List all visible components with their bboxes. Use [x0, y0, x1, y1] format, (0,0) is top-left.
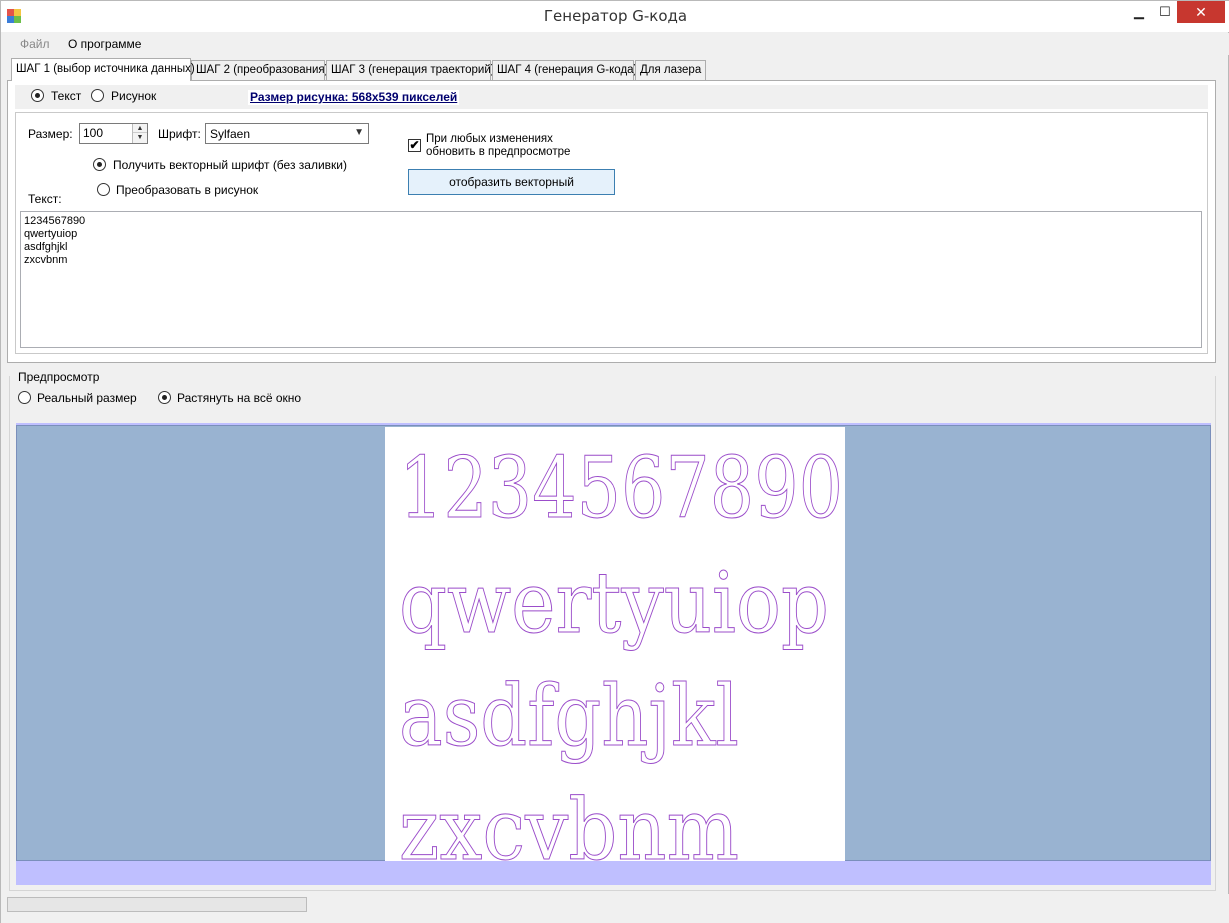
tab-label: ШАГ 4 (генерация G-кода) [497, 64, 638, 76]
menu-bar: Файл О программе [1, 33, 1229, 55]
tab-step-2[interactable]: ШАГ 2 (преобразования) [191, 60, 329, 80]
text-lines: 1234567890 qwertyuiop asdfghjkl zxcvbnm [24, 215, 85, 267]
tab-label: ШАГ 2 (преобразования) [196, 64, 329, 76]
font-label: Шрифт: [158, 127, 201, 141]
stretch-label[interactable]: Растянуть на всё окно [177, 391, 301, 405]
preview-line-3: asdfghjkl [399, 667, 739, 765]
preview-line-1: 1234567890 [399, 439, 843, 537]
text-line: zxcvbnm [24, 254, 68, 266]
stretch-radio[interactable] [158, 391, 171, 404]
preview-line-4: zxcvbnm [399, 781, 739, 861]
tab-step-3[interactable]: ШАГ 3 (генерация траекторий) [326, 60, 495, 80]
size-label: Размер: [28, 127, 73, 141]
close-button[interactable]: ✕ [1177, 1, 1225, 23]
source-image-radio[interactable] [91, 89, 104, 102]
app-window: Генератор G-кода ▁ ☐ ✕ Файл О программе … [0, 0, 1229, 923]
to-image-label[interactable]: Преобразовать в рисунок [116, 183, 258, 197]
source-text-label[interactable]: Текст [51, 89, 81, 103]
real-size-label[interactable]: Реальный размер [37, 391, 137, 405]
chevron-down-icon: ▼ [354, 127, 364, 138]
tab-laser[interactable]: Для лазера [635, 60, 706, 80]
maximize-button[interactable]: ☐ [1155, 1, 1175, 23]
tab-label: ШАГ 3 (генерация траекторий) [331, 64, 495, 76]
vector-font-radio[interactable] [93, 158, 106, 171]
spin-up-icon[interactable]: ▲ [133, 124, 147, 133]
tab-step-1[interactable]: ШАГ 1 (выбор источника данных) [11, 58, 195, 81]
size-value[interactable]: 100 [83, 126, 103, 140]
source-selector [15, 85, 1208, 109]
spin-buttons: ▲ ▼ [132, 124, 147, 143]
auto-update-label-line1[interactable]: При любых изменениях [426, 133, 553, 145]
real-size-radio[interactable] [18, 391, 31, 404]
text-line: 1234567890 [24, 215, 86, 227]
text-line: asdfghjkl [24, 241, 68, 253]
vector-font-label[interactable]: Получить векторный шрифт (без заливки) [113, 158, 347, 172]
source-text-radio[interactable] [31, 89, 44, 102]
menu-about[interactable]: О программе [68, 37, 141, 51]
preview-line-2: qwertyuiop [399, 554, 829, 652]
source-image-label[interactable]: Рисунок [111, 89, 156, 103]
preview-legend: Предпросмотр [17, 370, 101, 384]
text-line: qwertyuiop [24, 228, 78, 240]
tab-label: ШАГ 1 (выбор источника данных) [16, 63, 195, 75]
font-select[interactable]: Sylfaen ▼ [205, 123, 369, 144]
spin-down-icon[interactable]: ▼ [133, 133, 147, 142]
tab-step-4[interactable]: ШАГ 4 (генерация G-кода) [492, 60, 638, 80]
font-value: Sylfaen [210, 127, 251, 141]
to-image-radio[interactable] [97, 183, 110, 196]
window-title: Генератор G-кода [543, 7, 688, 25]
tab-label: Для лазера [640, 64, 702, 76]
image-size-info: Размер рисунка: 568x539 пикселей [248, 90, 460, 105]
show-vector-button[interactable]: отобразить векторный [408, 169, 615, 195]
text-input[interactable]: 1234567890 qwertyuiop asdfghjkl zxcvbnm [20, 211, 1202, 348]
preview-image: 1234567890 qwertyuiop asdfghjkl zxcvbnm [385, 427, 845, 861]
size-stepper[interactable]: 100 ▲ ▼ [79, 123, 148, 144]
menu-file[interactable]: Файл [20, 37, 50, 51]
auto-update-checkbox[interactable]: ✔ [408, 139, 421, 152]
minimize-button[interactable]: ▁ [1123, 1, 1155, 23]
text-label: Текст: [28, 192, 62, 206]
auto-update-label-line2[interactable]: обновить в предпросмотре [426, 146, 570, 158]
progress-bar [7, 897, 307, 912]
title-bar: Генератор G-кода ▁ ☐ ✕ [1, 1, 1229, 32]
vector-text-svg: 1234567890 qwertyuiop asdfghjkl zxcvbnm [399, 439, 844, 862]
